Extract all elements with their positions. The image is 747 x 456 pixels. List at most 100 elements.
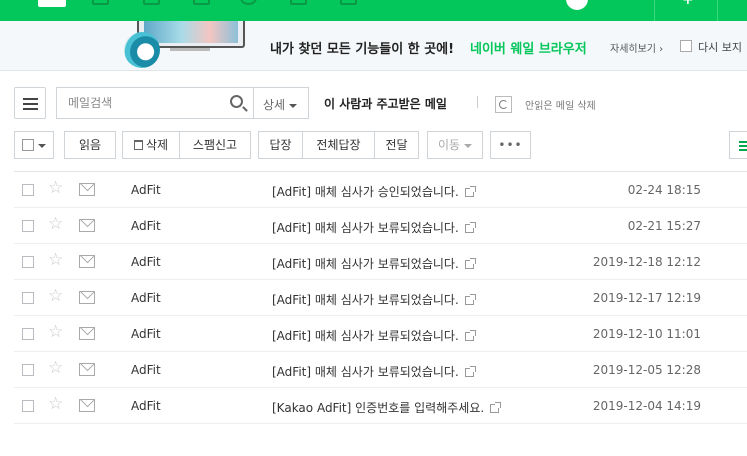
row-checkbox[interactable]	[22, 184, 34, 196]
menu-button[interactable]	[14, 87, 46, 119]
reply-all-button[interactable]: 전체답장	[302, 131, 375, 159]
sender[interactable]: AdFit	[131, 327, 161, 341]
subject-text[interactable]: [AdFit] 매체 심사가 보류되었습니다.	[272, 257, 459, 271]
sender[interactable]: AdFit	[131, 399, 161, 413]
more-button[interactable]: •••	[490, 131, 531, 159]
subject-link[interactable]: [AdFit] 매체 심사가 승인되었습니다.	[272, 183, 476, 200]
subject-text[interactable]: [AdFit] 매체 심사가 보류되었습니다.	[272, 365, 459, 379]
subject-text[interactable]: [AdFit] 매체 심사가 보류되었습니다.	[272, 221, 459, 235]
dont-show-checkbox[interactable]	[680, 40, 692, 52]
unread-delete-link[interactable]: 안읽은 메일 삭제	[525, 97, 596, 112]
row-checkbox[interactable]	[22, 328, 34, 340]
sender[interactable]: AdFit	[131, 183, 161, 197]
plus-icon[interactable]: +	[682, 0, 694, 8]
new-window-icon[interactable]	[464, 330, 476, 341]
hamburger-icon	[23, 108, 38, 110]
subject-text[interactable]: [AdFit] 매체 심사가 보류되었습니다.	[272, 293, 459, 307]
envelope-icon[interactable]	[79, 399, 95, 412]
subject-link[interactable]: [AdFit] 매체 심사가 보류되었습니다.	[272, 327, 476, 344]
list-icon	[739, 149, 747, 151]
contact-mail-link[interactable]: 이 사람과 주고받은 메일	[324, 95, 447, 112]
divider	[654, 0, 655, 21]
header-icon[interactable]	[92, 0, 109, 5]
star-icon[interactable]: ☆	[48, 214, 63, 234]
subject-text[interactable]: [AdFit] 매체 심사가 승인되었습니다.	[272, 185, 459, 199]
new-window-icon[interactable]	[464, 222, 476, 233]
naver-logo[interactable]	[38, 0, 66, 7]
mail-row[interactable]: ☆ AdFit [AdFit] 매체 심사가 보류되었습니다. 02-21 15…	[14, 208, 747, 244]
dont-show-label[interactable]: 다시 보지	[698, 39, 742, 55]
subject-text[interactable]: [Kakao AdFit] 인증번호를 입력해주세요.	[272, 401, 484, 415]
row-checkbox[interactable]	[22, 364, 34, 376]
monitor-stand	[170, 48, 210, 51]
forward-button[interactable]: 전달	[374, 131, 419, 159]
subject-link[interactable]: [AdFit] 매체 심사가 보류되었습니다.	[272, 363, 476, 380]
envelope-icon[interactable]	[79, 219, 95, 232]
mail-row[interactable]: ☆ AdFit [AdFit] 매체 심사가 보류되었습니다. 2019-12-…	[14, 280, 747, 316]
mail-row[interactable]: ☆ AdFit [AdFit] 매체 심사가 승인되었습니다. 02-24 18…	[14, 172, 747, 208]
date: 2019-12-10 11:01	[592, 327, 701, 341]
star-icon[interactable]: ☆	[48, 394, 63, 414]
star-icon[interactable]: ☆	[48, 322, 63, 342]
banner-more-link[interactable]: 자세히보기 ›	[610, 40, 663, 55]
row-checkbox[interactable]	[22, 292, 34, 304]
header-icon[interactable]	[240, 0, 257, 5]
mail-row[interactable]: ☆ AdFit [AdFit] 매체 심사가 보류되었습니다. 2019-12-…	[14, 244, 747, 280]
mail-row[interactable]: ☆ AdFit [AdFit] 매체 심사가 보류되었습니다. 2019-12-…	[14, 352, 747, 388]
reply-button[interactable]: 답장	[258, 131, 303, 159]
subject-link[interactable]: [AdFit] 매체 심사가 보류되었습니다.	[272, 291, 476, 308]
new-window-icon[interactable]	[464, 366, 476, 377]
spam-button[interactable]: 스팸신고	[179, 131, 251, 159]
new-window-icon[interactable]	[464, 258, 476, 269]
header-icon[interactable]	[290, 0, 307, 5]
list-view-button[interactable]	[729, 131, 747, 159]
subject-link[interactable]: [AdFit] 매체 심사가 보류되었습니다.	[272, 219, 476, 236]
star-icon[interactable]: ☆	[48, 250, 63, 270]
chevron-down-icon	[289, 103, 298, 108]
select-all-checkbox[interactable]	[22, 138, 34, 151]
new-window-icon[interactable]	[490, 402, 502, 413]
star-icon[interactable]: ☆	[48, 178, 63, 198]
sender[interactable]: AdFit	[131, 219, 161, 233]
list-icon	[739, 145, 747, 147]
search-icon[interactable]	[230, 95, 243, 108]
divider	[477, 96, 478, 108]
new-window-icon[interactable]	[464, 186, 476, 197]
envelope-icon[interactable]	[79, 291, 95, 304]
envelope-icon[interactable]	[79, 363, 95, 376]
more-icon: •••	[498, 138, 523, 152]
envelope-icon[interactable]	[79, 327, 95, 340]
row-checkbox[interactable]	[22, 400, 34, 412]
detail-search-button[interactable]: 상세	[254, 87, 309, 119]
new-window-icon[interactable]	[464, 294, 476, 305]
sender[interactable]: AdFit	[131, 255, 161, 269]
header-icon[interactable]	[143, 0, 160, 5]
refresh-icon[interactable]	[495, 96, 512, 113]
delete-button[interactable]: 삭제	[122, 131, 180, 159]
banner-accent[interactable]: 네이버 웨일 브라우저	[470, 38, 587, 57]
row-checkbox[interactable]	[22, 220, 34, 232]
envelope-icon[interactable]	[79, 255, 95, 268]
subject-text[interactable]: [AdFit] 매체 심사가 보류되었습니다.	[272, 329, 459, 343]
envelope-icon[interactable]	[79, 183, 95, 196]
reply-label: 답장	[269, 138, 292, 152]
mail-row[interactable]: ☆ AdFit [Kakao AdFit] 인증번호를 입력해주세요. 2019…	[14, 388, 747, 424]
reply-all-label: 전체답장	[316, 138, 361, 152]
star-icon[interactable]: ☆	[48, 358, 63, 378]
move-button[interactable]: 이동	[427, 131, 483, 159]
subject-link[interactable]: [AdFit] 매체 심사가 보류되었습니다.	[272, 255, 476, 272]
profile-avatar[interactable]	[566, 0, 588, 10]
search-input[interactable]	[57, 88, 227, 118]
row-checkbox[interactable]	[22, 256, 34, 268]
sender[interactable]: AdFit	[131, 291, 161, 305]
read-button[interactable]: 읽음	[64, 131, 116, 159]
whale-logo-icon	[124, 32, 160, 68]
header-icon[interactable]	[193, 0, 210, 5]
subject-link[interactable]: [Kakao AdFit] 인증번호를 입력해주세요.	[272, 399, 502, 416]
select-all-button[interactable]	[14, 131, 54, 159]
date: 02-21 15:27	[627, 219, 701, 233]
mail-row[interactable]: ☆ AdFit [AdFit] 매체 심사가 보류되었습니다. 2019-12-…	[14, 316, 747, 352]
header-icon[interactable]	[340, 0, 357, 5]
star-icon[interactable]: ☆	[48, 286, 63, 306]
sender[interactable]: AdFit	[131, 363, 161, 377]
